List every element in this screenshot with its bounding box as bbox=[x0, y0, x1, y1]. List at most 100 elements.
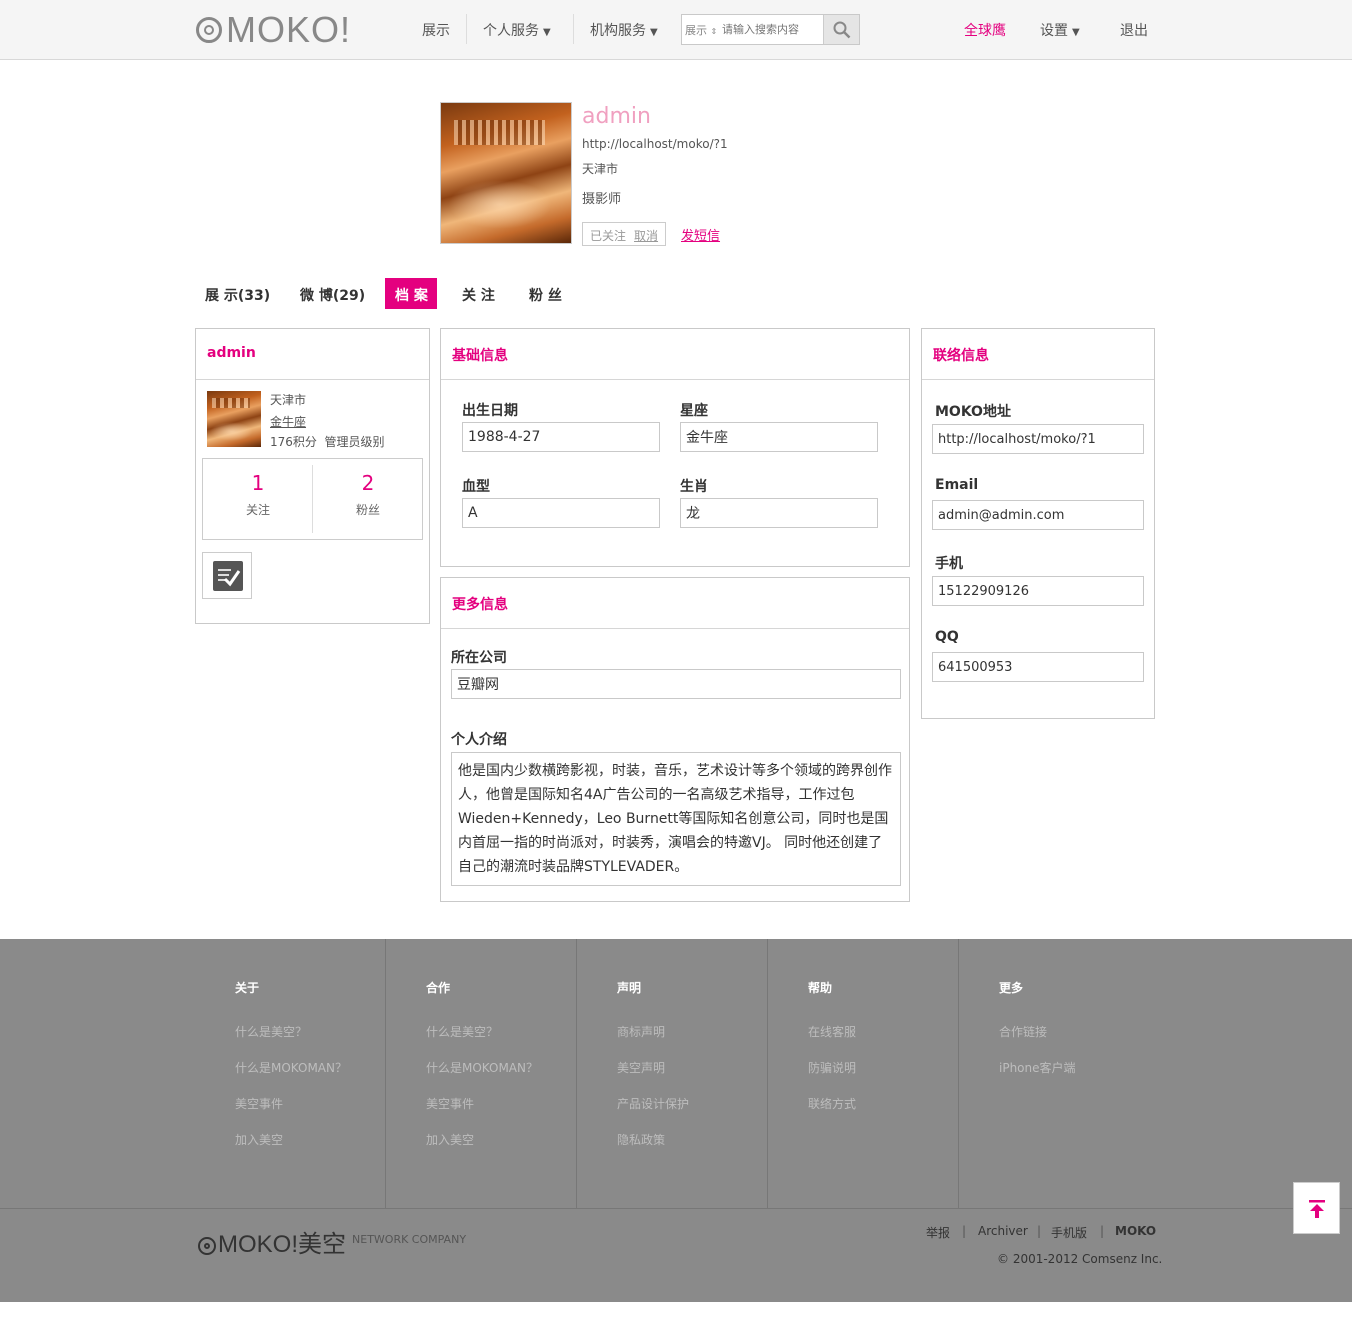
footer-link[interactable]: 隐私政策 bbox=[617, 1131, 665, 1148]
fans-label: 粉丝 bbox=[355, 503, 380, 517]
footer-link[interactable]: 联络方式 bbox=[808, 1095, 856, 1112]
arrow-up-icon bbox=[1309, 1200, 1325, 1218]
company-label: 所在公司 bbox=[451, 650, 507, 666]
search-type-select[interactable]: 展示 ⇕ bbox=[685, 22, 717, 38]
footer-logo-text: MOKO!美空 bbox=[218, 1231, 347, 1258]
footer-link[interactable]: 防骗说明 bbox=[808, 1059, 856, 1076]
user-card-city: 天津市 bbox=[270, 393, 307, 407]
footer-link[interactable]: 什么是美空？ bbox=[235, 1023, 307, 1040]
footer-link[interactable]: 什么是美空？ bbox=[426, 1023, 498, 1040]
footer-separator: | bbox=[962, 1224, 967, 1238]
user-card-zodiac-link[interactable]: 金牛座 bbox=[270, 413, 306, 430]
footer-link[interactable]: 美空声明 bbox=[617, 1059, 665, 1076]
moko-logo[interactable]: MOKO! bbox=[196, 9, 352, 50]
tab-fans[interactable]: 粉 丝 bbox=[519, 278, 572, 309]
phone-field[interactable] bbox=[932, 576, 1144, 606]
qq-field[interactable] bbox=[932, 652, 1144, 682]
checkin-button[interactable] bbox=[202, 552, 252, 599]
footer-separator: | bbox=[1037, 1224, 1042, 1238]
user-card-points: 176积分 管理员级别 bbox=[270, 433, 385, 450]
chevron-down-icon: ▼ bbox=[650, 27, 658, 38]
email-field[interactable] bbox=[932, 500, 1144, 530]
constellation-label: 星座 bbox=[680, 403, 708, 419]
search-input[interactable] bbox=[722, 16, 822, 43]
blood-type-field[interactable] bbox=[462, 498, 660, 528]
chinese-zodiac-label: 生肖 bbox=[680, 479, 708, 495]
chinese-zodiac-field[interactable] bbox=[680, 498, 878, 528]
footer-moko-link[interactable]: MOKO bbox=[1115, 1224, 1156, 1238]
footer-link[interactable]: 什么是MOKOMAN？ bbox=[235, 1059, 347, 1076]
user-card-avatar[interactable] bbox=[207, 391, 261, 447]
followed-label: 已关注 bbox=[590, 229, 627, 243]
send-message-link[interactable]: 发短信 bbox=[681, 225, 720, 244]
fans-stat[interactable]: 2 粉丝 bbox=[313, 459, 423, 539]
bio-textarea[interactable]: 他是国内少数横跨影视，时装，音乐，艺术设计等多个领域的跨界创作人，他曾是国际知名… bbox=[451, 752, 901, 886]
back-to-top-button[interactable] bbox=[1293, 1182, 1340, 1234]
nav-org-services[interactable]: 机构服务 ▼ bbox=[590, 20, 658, 40]
constellation-field[interactable] bbox=[680, 422, 878, 452]
user-level: 管理员级别 bbox=[324, 435, 385, 449]
profile-occupation: 摄影师 bbox=[582, 192, 622, 207]
chevron-down-icon: ▼ bbox=[1072, 27, 1080, 38]
points-value: 176积分 bbox=[270, 435, 317, 449]
moko-address-field[interactable] bbox=[932, 424, 1144, 454]
footer-logo: MOKO!美空 NETWORK COMPANY bbox=[198, 1232, 466, 1258]
search-box: 展示 ⇕ bbox=[681, 14, 860, 45]
nav-showcase[interactable]: 展示 bbox=[422, 20, 450, 40]
checkin-icon bbox=[213, 561, 243, 591]
footer-column-title: 合作 bbox=[426, 981, 451, 995]
footer-link[interactable]: 美空事件 bbox=[426, 1095, 474, 1112]
company-field[interactable] bbox=[451, 669, 901, 699]
nav-personal-services-label: 个人服务 bbox=[483, 23, 539, 39]
footer-mobile-link[interactable]: 手机版 bbox=[1051, 1224, 1087, 1241]
tab-showcase[interactable]: 展 示(33) bbox=[195, 278, 280, 309]
footer-column-title: 关于 bbox=[235, 981, 260, 995]
footer-link[interactable]: 在线客服 bbox=[808, 1023, 856, 1040]
tab-following[interactable]: 关 注 bbox=[452, 278, 505, 309]
user-card-title: admin bbox=[196, 329, 429, 380]
footer-link[interactable]: 产品设计保护 bbox=[617, 1095, 689, 1112]
logout-link[interactable]: 退出 bbox=[1120, 20, 1148, 40]
top-navbar: MOKO! 展示 个人服务 ▼ 机构服务 ▼ 展示 ⇕ 全球鹰 设置 ▼ 退出 bbox=[0, 0, 1352, 60]
settings-menu[interactable]: 设置 ▼ bbox=[1040, 20, 1080, 40]
nav-divider bbox=[466, 14, 467, 44]
avatar-photo bbox=[441, 103, 571, 243]
footer-link[interactable]: 商标声明 bbox=[617, 1023, 665, 1040]
unfollow-button[interactable]: 取消 bbox=[634, 229, 658, 243]
site-footer: 关于 什么是美空？ 什么是MOKOMAN？ 美空事件 加入美空 合作 什么是美空… bbox=[0, 939, 1352, 1302]
footer-column-title: 帮助 bbox=[808, 981, 833, 995]
footer-link[interactable]: 美空事件 bbox=[235, 1095, 283, 1112]
following-label: 关注 bbox=[245, 503, 270, 517]
search-icon bbox=[833, 21, 851, 39]
search-type-label: 展示 bbox=[685, 24, 707, 37]
tab-weibo[interactable]: 微 博(29) bbox=[290, 278, 375, 309]
footer-report-link[interactable]: 举报 bbox=[926, 1224, 950, 1241]
profile-avatar[interactable] bbox=[440, 102, 572, 244]
follow-status: 已关注 取消 bbox=[582, 222, 666, 246]
footer-link[interactable]: 加入美空 bbox=[426, 1131, 474, 1148]
more-info-panel: 更多信息 所在公司 个人介绍 他是国内少数横跨影视，时装，音乐，艺术设计等多个领… bbox=[440, 577, 910, 902]
footer-link[interactable]: 什么是MOKOMAN？ bbox=[426, 1059, 538, 1076]
logo-text: MOKO! bbox=[226, 9, 352, 50]
global-hawk-link[interactable]: 全球鹰 bbox=[964, 20, 1006, 40]
fans-count: 2 bbox=[361, 471, 375, 495]
footer-link[interactable]: 加入美空 bbox=[235, 1131, 283, 1148]
search-button[interactable] bbox=[823, 15, 859, 44]
contact-info-panel: 联络信息 MOKO地址 Email 手机 QQ bbox=[921, 328, 1155, 719]
nav-personal-services[interactable]: 个人服务 ▼ bbox=[483, 20, 551, 40]
following-stat[interactable]: 1 关注 bbox=[203, 459, 313, 539]
basic-info-panel: 基础信息 出生日期 星座 血型 生肖 bbox=[440, 328, 910, 567]
moko-address-label: MOKO地址 bbox=[935, 404, 1011, 420]
user-stats: 1 关注 2 粉丝 bbox=[202, 458, 423, 540]
footer-separator: | bbox=[1100, 1224, 1105, 1238]
birthday-label: 出生日期 bbox=[462, 403, 518, 419]
avatar-photo bbox=[207, 391, 261, 447]
copyright-text: © 2001-2012 Comsenz Inc. bbox=[997, 1252, 1163, 1266]
footer-archiver-link[interactable]: Archiver bbox=[978, 1224, 1028, 1238]
tab-profile[interactable]: 档 案 bbox=[385, 278, 437, 309]
footer-link[interactable]: 合作链接 bbox=[999, 1023, 1047, 1040]
footer-column-more: 更多 合作链接 iPhone客户端 bbox=[959, 939, 1150, 1209]
footer-link[interactable]: iPhone客户端 bbox=[999, 1059, 1076, 1076]
birthday-field[interactable] bbox=[462, 422, 660, 452]
settings-label: 设置 bbox=[1040, 23, 1068, 39]
